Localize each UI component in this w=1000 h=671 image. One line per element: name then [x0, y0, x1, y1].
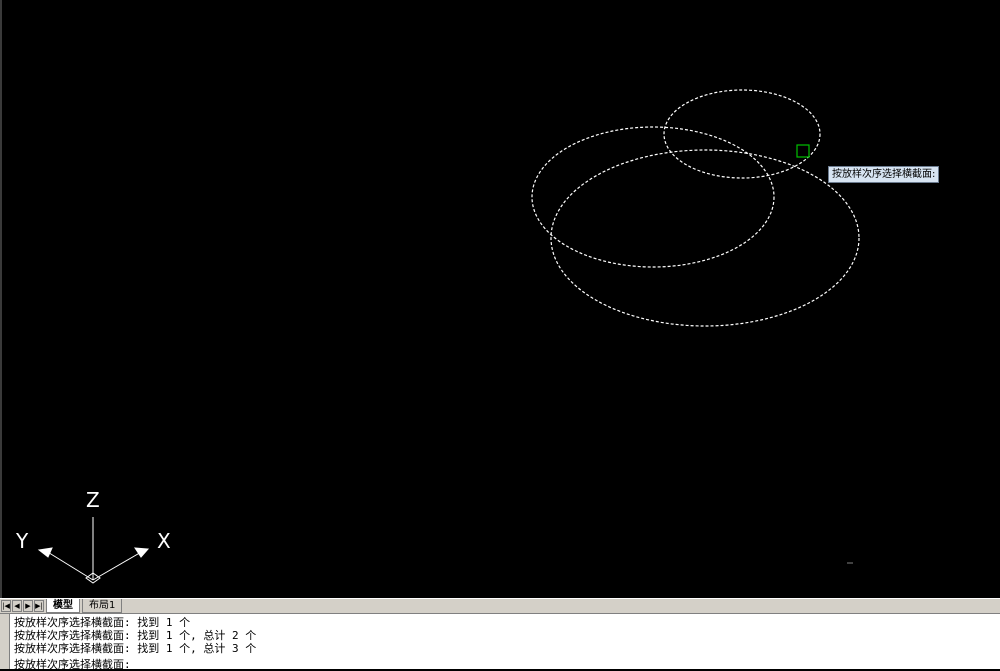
drawing-canvas[interactable]: Z Y X — [2, 0, 1000, 598]
command-prompt-input[interactable]: 按放样次序选择横截面: — [14, 658, 131, 671]
tab-nav-next-button[interactable]: ▶ — [23, 600, 33, 612]
command-history-line: 按放样次序选择横截面: 找到 1 个, 总计 2 个 — [14, 629, 257, 642]
cross-section-ellipse-small[interactable] — [663, 89, 821, 179]
tab-nav-first-button[interactable]: |◀ — [1, 600, 11, 612]
ucs-x-label: X — [157, 529, 171, 553]
ucs-z-label: Z — [86, 488, 100, 512]
tab-nav-prev-button[interactable]: ◀ — [12, 600, 22, 612]
cross-section-ellipse-large[interactable] — [550, 149, 860, 327]
ucs-icon: Z Y X — [15, 488, 171, 584]
ucs-y-label: Y — [15, 529, 29, 553]
tab-layout1[interactable]: 布局1 — [82, 599, 123, 613]
dynamic-input-tooltip: 按放样次序选择横截面: — [828, 166, 940, 183]
command-window-grip[interactable] — [0, 614, 10, 669]
tab-nav-last-button[interactable]: ▶| — [34, 600, 44, 612]
command-window[interactable]: 按放样次序选择横截面: 找到 1 个 按放样次序选择横截面: 找到 1 个, 总… — [0, 613, 1000, 671]
command-history: 按放样次序选择横截面: 找到 1 个 按放样次序选择横截面: 找到 1 个, 总… — [14, 616, 1000, 655]
pickbox-cursor — [796, 144, 810, 158]
tab-model[interactable]: 模型 — [46, 599, 80, 613]
layout-tab-bar: |◀ ◀ ▶ ▶| 模型 布局1 — [0, 598, 1000, 613]
drawing-viewport[interactable]: Z Y X 按放样次序选择横截面: — [0, 0, 1000, 598]
command-history-line: 按放样次序选择横截面: 找到 1 个 — [14, 616, 191, 629]
command-history-line: 按放样次序选择横截面: 找到 1 个, 总计 3 个 — [14, 642, 257, 655]
